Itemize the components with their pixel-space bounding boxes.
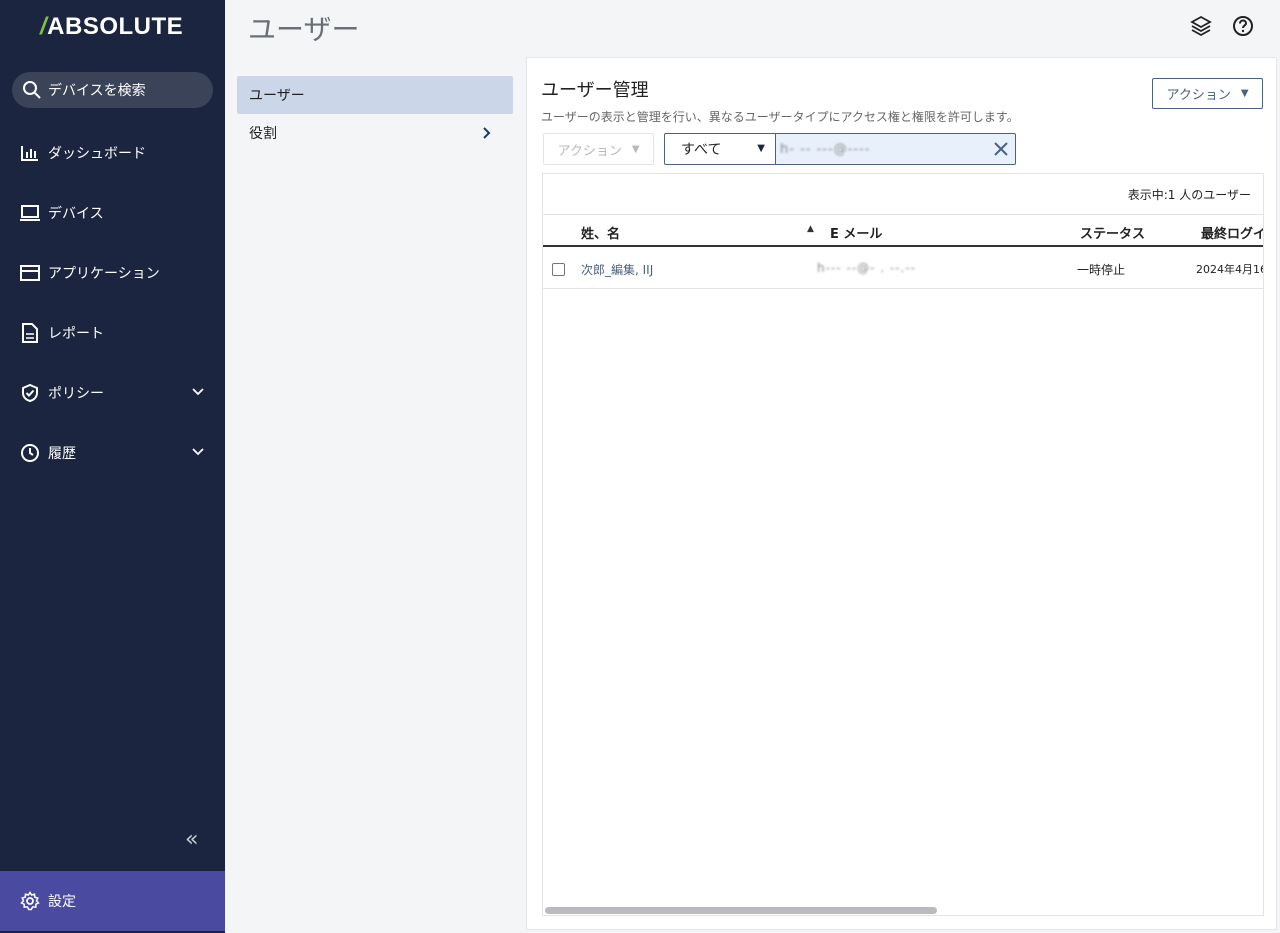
sidebar-item-policies[interactable]: ポリシー (0, 373, 225, 413)
column-header-last-login[interactable]: 最終ログイ (1201, 223, 1263, 242)
bulk-action-label: アクション (557, 143, 622, 159)
user-management-panel: ユーザー管理 ユーザーの表示と管理を行い、異なるユーザータイプにアクセス権と権限… (526, 57, 1277, 930)
sidebar-item-history[interactable]: 履歴 (0, 433, 225, 473)
row-checkbox[interactable] (552, 263, 565, 276)
user-status: 一時停止 (1077, 263, 1126, 277)
table-header: 姓、名 ▲ E メール ステータス 最終ログイ (543, 214, 1263, 247)
device-search-button[interactable]: デバイスを検索 (12, 72, 213, 108)
user-name-link[interactable]: 次郎_編集, IIJ (581, 261, 653, 278)
subnav-item-label: 役割 (249, 126, 277, 142)
close-icon[interactable] (991, 139, 1011, 159)
bulk-action-dropdown[interactable]: アクション ▼ (543, 133, 654, 165)
sidebar-item-settings[interactable]: 設定 (0, 871, 225, 931)
chart-icon (20, 143, 40, 163)
sidebar: /ABSOLUTE デバイスを検索 ダッシュボード デバイス アプリケーション … (0, 0, 225, 933)
sidebar-item-reports[interactable]: レポート (0, 313, 225, 353)
panel-description: ユーザーの表示と管理を行い、異なるユーザータイプにアクセス権と権限を許可します。 (541, 110, 1019, 124)
sidebar-item-label: ポリシー (48, 386, 104, 402)
device-search-label: デバイスを検索 (48, 83, 146, 99)
help-icon[interactable] (1231, 14, 1255, 38)
subnav-item-roles[interactable]: 役割 (237, 114, 513, 152)
sidebar-item-dashboard[interactable]: ダッシュボード (0, 133, 225, 173)
sort-ascending-icon[interactable]: ▲ (807, 224, 814, 234)
sidebar-item-applications[interactable]: アプリケーション (0, 253, 225, 293)
sidebar-item-label: ダッシュボード (48, 146, 146, 162)
laptop-icon (20, 203, 40, 223)
absolute-logo[interactable]: /ABSOLUTE (40, 13, 183, 41)
subnav-item-users[interactable]: ユーザー (237, 76, 513, 114)
sidebar-item-label: デバイス (48, 206, 104, 222)
user-last-login: 2024年4月16 (1196, 263, 1264, 276)
horizontal-scrollbar[interactable] (543, 906, 1263, 915)
shield-icon (20, 383, 40, 403)
clock-icon (20, 443, 40, 463)
panel-title: ユーザー管理 (541, 80, 649, 101)
sidebar-item-label: レポート (48, 326, 104, 342)
subnav-item-label: ユーザー (249, 88, 305, 104)
layers-icon[interactable] (1189, 14, 1213, 38)
caret-down-icon: ▼ (1240, 88, 1249, 99)
user-email: h‑‑‑ ‑‑@‑ . ‑‑.‑‑ (817, 261, 916, 275)
action-label: アクション (1166, 88, 1231, 103)
document-icon (20, 323, 40, 343)
column-header-name[interactable]: 姓、名 (581, 223, 620, 242)
search-icon (23, 81, 41, 99)
caret-down-icon: ▼ (631, 143, 640, 155)
filter-select[interactable]: すべて ▼ (664, 133, 776, 165)
window-icon (20, 263, 40, 283)
search-input-value: h‑ ‑‑ ‑‑‑@‑‑‑‑ (780, 141, 871, 157)
chevron-down-icon[interactable] (191, 385, 205, 403)
action-dropdown-button[interactable]: アクション ▼ (1152, 78, 1263, 109)
search-input[interactable]: h‑ ‑‑ ‑‑‑@‑‑‑‑ (775, 133, 1016, 165)
column-header-email[interactable]: E メール (830, 223, 882, 242)
scrollbar-thumb[interactable] (545, 907, 937, 914)
chevron-right-icon (481, 126, 493, 144)
users-table: 表示中:1 人のユーザー 姓、名 ▲ E メール ステータス 最終ログイ 次郎_… (542, 173, 1264, 916)
table-row: 次郎_編集, IIJ h‑‑‑ ‑‑@‑ . ‑‑.‑‑ 一時停止 2024年4… (543, 249, 1264, 289)
collapse-sidebar-button[interactable]: « (185, 827, 198, 852)
page-title: ユーザー (248, 13, 360, 46)
sidebar-item-label: アプリケーション (48, 266, 160, 282)
sidebar-item-devices[interactable]: デバイス (0, 193, 225, 233)
filter-select-value: すべて (681, 142, 722, 158)
column-header-status[interactable]: ステータス (1080, 223, 1145, 242)
sidebar-item-label: 履歴 (48, 446, 76, 462)
result-count: 表示中:1 人のユーザー (1127, 188, 1251, 202)
caret-down-icon: ▼ (757, 143, 765, 154)
gear-icon (20, 891, 40, 911)
settings-label: 設定 (48, 894, 76, 910)
chevron-down-icon[interactable] (191, 445, 205, 463)
